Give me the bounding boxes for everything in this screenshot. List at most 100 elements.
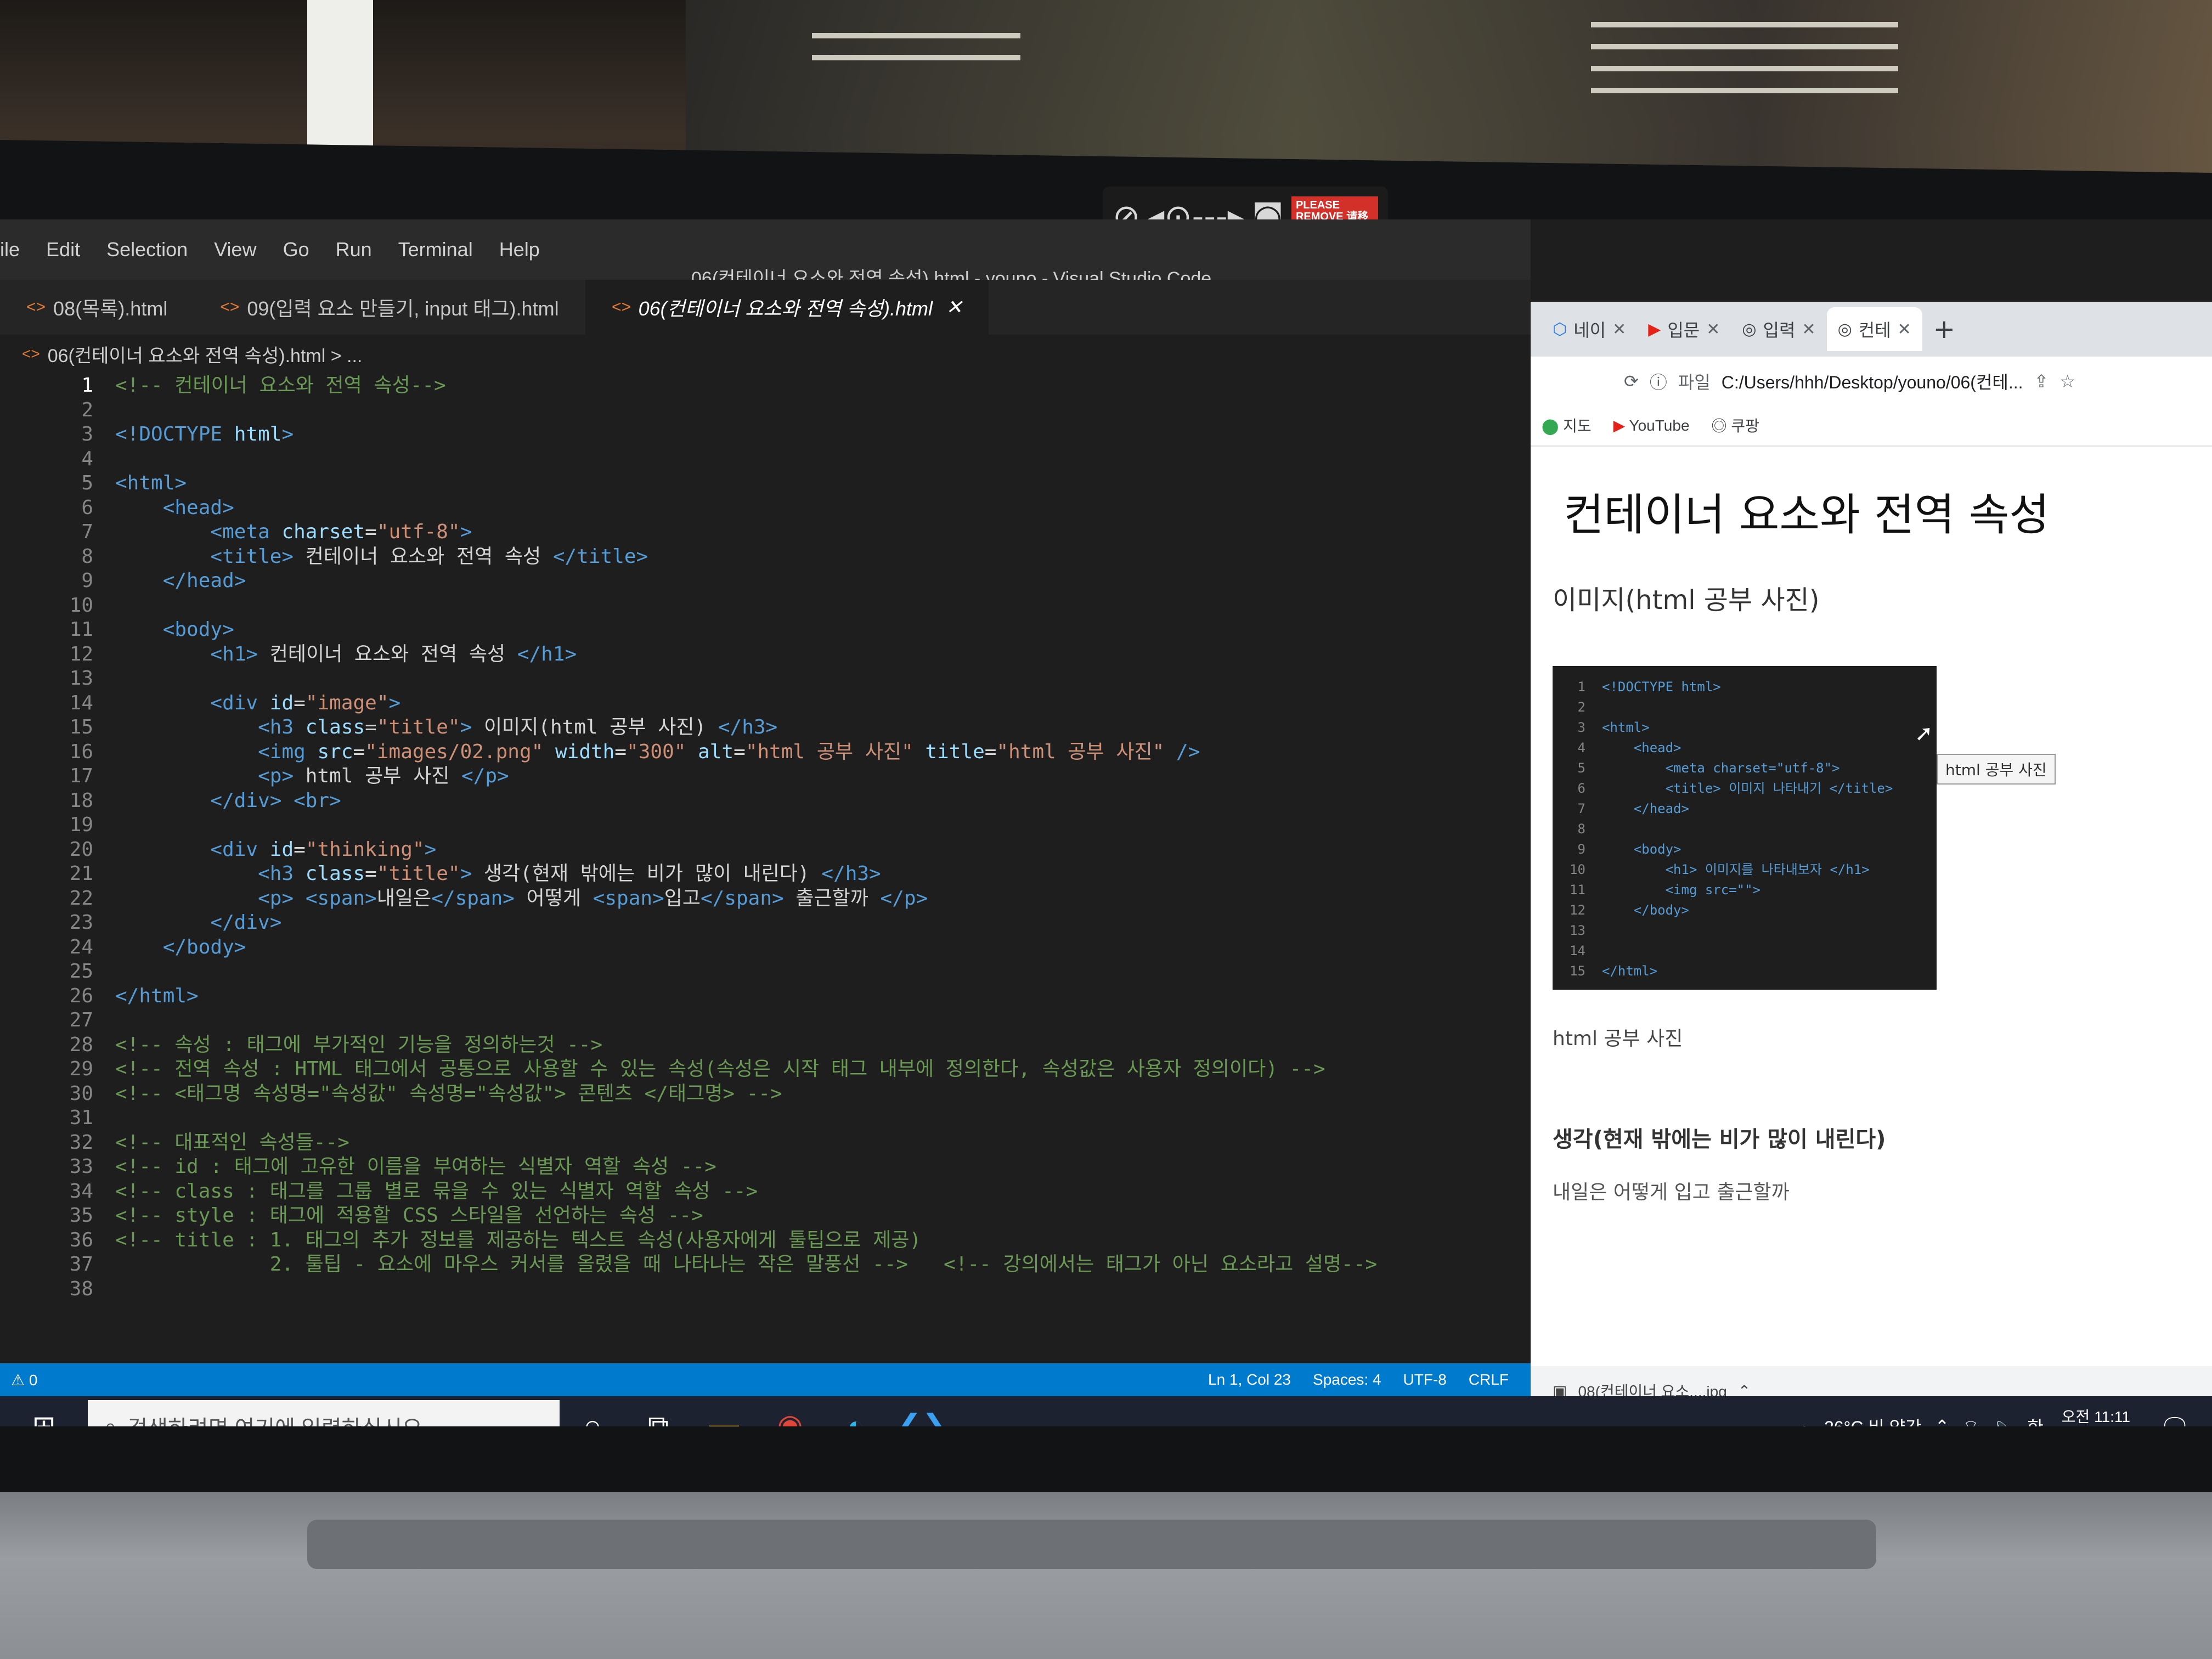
cursor-position[interactable]: Ln 1, Col 23	[1208, 1371, 1291, 1389]
code-line[interactable]: 18 </div> <br>	[0, 788, 1531, 814]
code-line[interactable]: 20 <div id="thinking">	[0, 837, 1531, 862]
code-line[interactable]: 22 <p> <span>내일은</span> 어떻게 <span>입고</sp…	[0, 886, 1531, 911]
close-icon[interactable]: ✕	[1802, 320, 1815, 339]
menu-help[interactable]: Help	[499, 238, 540, 261]
code-line[interactable]: 11 <body>	[0, 617, 1531, 642]
code-line[interactable]: 26 </html>	[0, 984, 1531, 1009]
code-line[interactable]: 17 <p> html 공부 사진 </p>	[0, 764, 1531, 789]
code-line[interactable]: 10	[0, 593, 1531, 618]
code-line[interactable]: 35 <!-- style : 태그에 적용할 CSS 스타일을 선언하는 속성 …	[0, 1203, 1531, 1228]
code-line[interactable]: 27	[0, 1008, 1531, 1033]
background-blind	[1591, 66, 1898, 71]
code-line[interactable]: 9 </head>	[0, 568, 1531, 594]
bookmark-maps[interactable]: ⬤ 지도	[1542, 414, 1592, 436]
browser-window: ⬡ 네이 ✕ ▶ 입문 ✕ ◎ 입력 ✕ ◎ 컨테 ✕ + ⟳ ⓘ 파일 C:/…	[1531, 302, 2212, 1426]
task-view-icon[interactable]: ⧉	[625, 1396, 691, 1427]
address-url[interactable]: C:/Users/hhh/Desktop/youno/06(컨테...	[1722, 369, 2023, 394]
html-file-icon: <>	[26, 298, 46, 316]
code-line[interactable]: 13	[0, 666, 1531, 691]
editor-tabs: <> 08(목록).html <> 09(입력 요소 만들기, input 태그…	[0, 280, 1531, 335]
reload-icon[interactable]: ⟳	[1624, 371, 1639, 392]
info-icon[interactable]: ⓘ	[1650, 369, 1667, 394]
network-icon[interactable]: ⌔	[1962, 1415, 1979, 1426]
line-ending[interactable]: CRLF	[1469, 1371, 1509, 1389]
volume-icon[interactable]: 🔈	[1992, 1416, 2014, 1426]
code-line[interactable]: 31	[0, 1105, 1531, 1131]
code-line[interactable]: 19	[0, 812, 1531, 838]
problems-count[interactable]: ⚠ 0	[11, 1371, 37, 1389]
code-line[interactable]: 33 <!-- id : 태그에 고유한 이름을 부여하는 식별자 역할 속성 -…	[0, 1154, 1531, 1180]
close-icon[interactable]: ✕	[946, 296, 962, 319]
taskbar-search-input[interactable]: ⌕ 검색하려면 여기에 입력하십시오	[88, 1400, 560, 1426]
bookmark-youtube[interactable]: ▶ YouTube	[1613, 416, 1690, 435]
code-line[interactable]: 36 <!-- title : 1. 태그의 추가 정보를 제공하는 텍스트 속성…	[0, 1228, 1531, 1253]
weather-icon[interactable]: ☁	[1793, 1416, 1811, 1426]
encoding[interactable]: UTF-8	[1403, 1371, 1447, 1389]
menu-go[interactable]: Go	[283, 238, 309, 261]
cortana-icon[interactable]: ○	[560, 1396, 625, 1426]
code-editor[interactable]: 1 <!-- 컨테이너 요소와 전역 속성--> 2 3 <!DOCTYPE html>…	[0, 373, 1531, 1339]
code-line[interactable]: 32 <!-- 대표적인 속성들-->	[0, 1130, 1531, 1155]
address-bar[interactable]: ⟳ ⓘ 파일 C:/Users/hhh/Desktop/youno/06(컨테.…	[1531, 357, 2212, 406]
indentation[interactable]: Spaces: 4	[1313, 1371, 1381, 1389]
menu-run[interactable]: Run	[336, 238, 372, 261]
tab-09-input[interactable]: <> 09(입력 요소 만들기, input 태그).html	[194, 280, 585, 335]
code-line[interactable]: 21 <h3 class="title"> 생각(현재 밖에는 비가 많이 내린…	[0, 861, 1531, 887]
code-line[interactable]: 14 <div id="image">	[0, 691, 1531, 716]
close-icon[interactable]: ✕	[1706, 320, 1720, 339]
code-line[interactable]: 23 </div>	[0, 910, 1531, 935]
menu-selection[interactable]: Selection	[106, 238, 188, 261]
code-line[interactable]: 24 </body>	[0, 935, 1531, 960]
menu-edit[interactable]: Edit	[46, 238, 80, 261]
code-line[interactable]: 3 <!DOCTYPE html>	[0, 422, 1531, 447]
weather-text[interactable]: 26°C 비 약간	[1824, 1414, 1922, 1426]
code-line[interactable]: 28 <!-- 속성 : 태그에 부가적인 기능을 정의하는것 -->	[0, 1032, 1531, 1058]
html-study-image[interactable]: 1 <!DOCTYPE html> 2 3 <html> 4 <head> 5 <meta …	[1553, 666, 1937, 990]
code-line[interactable]: 25	[0, 959, 1531, 984]
browser-tab-youtube[interactable]: ▶ 입문 ✕	[1637, 307, 1731, 351]
browser-tab-input[interactable]: ◎ 입력 ✕	[1731, 307, 1826, 351]
code-line[interactable]: 5 <html>	[0, 471, 1531, 496]
code-line[interactable]: 1 <!-- 컨테이너 요소와 전역 속성-->	[0, 373, 1531, 398]
code-line[interactable]: 29 <!-- 전역 속성 : HTML 태그에서 공통으로 사용할 수 있는 속…	[0, 1057, 1531, 1082]
close-icon[interactable]: ✕	[1612, 320, 1626, 339]
code-line[interactable]: 16 <img src="images/02.png" width="300" …	[0, 740, 1531, 765]
share-icon[interactable]: ⇪	[2034, 371, 2049, 392]
code-line[interactable]: 2	[0, 398, 1531, 423]
chevron-up-icon[interactable]: ⌃	[1935, 1416, 1950, 1426]
menu-file[interactable]: ile	[0, 238, 20, 261]
tab-06-container[interactable]: <> 06(컨테이너 요소와 전역 속성).html ✕	[585, 280, 989, 335]
vscode-icon[interactable]: ❮❯	[889, 1396, 955, 1427]
code-line[interactable]: 15 <h3 class="title"> 이미지(html 공부 사진) </…	[0, 715, 1531, 740]
file-explorer-icon[interactable]: ▬	[691, 1396, 757, 1426]
code-line[interactable]: 37 2. 툴팁 - 요소에 마우스 커서를 올렸을 때 나타나는 작은 말풍선…	[0, 1252, 1531, 1277]
close-icon[interactable]: ✕	[1898, 320, 1911, 339]
code-line[interactable]: 30 <!-- <태그명 속성명="속성값" 속성명="속성값"> 콘텐츠 </태…	[0, 1081, 1531, 1107]
edge-icon[interactable]: ◐	[823, 1396, 889, 1426]
chrome-icon[interactable]: ◉	[757, 1396, 823, 1427]
background-blind	[1591, 44, 1898, 49]
code-line[interactable]: 12 <h1> 컨테이너 요소와 전역 속성 </h1>	[0, 642, 1531, 667]
code-line[interactable]: 8 <title> 컨테이너 요소와 전역 속성 </title>	[0, 544, 1531, 569]
code-line[interactable]: 34 <!-- class : 태그를 그룹 별로 묶을 수 있는 식별자 역할 …	[0, 1179, 1531, 1204]
browser-tab-container[interactable]: ◎ 컨테 ✕	[1826, 307, 1922, 351]
code-line[interactable]: 4	[0, 447, 1531, 472]
code-line[interactable]: 38	[0, 1277, 1531, 1302]
vscode-window: ile Edit Selection View Go Run Terminal …	[0, 219, 1531, 1426]
windows-start-icon[interactable]: ⊞	[0, 1396, 88, 1426]
line-code: <!-- 전역 속성 : HTML 태그에서 공통으로 사용할 수 있는 속성(…	[115, 1058, 1325, 1080]
menu-view[interactable]: View	[214, 238, 256, 261]
taskbar-clock[interactable]: 오전 11:11 2022-06-25	[2057, 1408, 2135, 1426]
bookmark-coupang[interactable]: ◎ 쿠팡	[1712, 414, 1759, 436]
language-icon[interactable]: 한	[2027, 1414, 2043, 1426]
browser-tab-label: 컨테	[1858, 320, 1891, 340]
browser-tab-naver[interactable]: ⬡ 네이 ✕	[1542, 307, 1637, 351]
bookmark-star-icon[interactable]: ☆	[2059, 371, 2075, 392]
breadcrumb[interactable]: <> 06(컨테이너 요소와 전역 속성).html > ...	[22, 335, 362, 373]
menu-terminal[interactable]: Terminal	[398, 238, 473, 261]
tab-08-list[interactable]: <> 08(목록).html	[0, 280, 194, 335]
code-line[interactable]: 6 <head>	[0, 495, 1531, 521]
new-tab-button[interactable]: +	[1922, 314, 1966, 345]
code-line[interactable]: 7 <meta charset="utf-8">	[0, 520, 1531, 545]
notification-icon[interactable]: 🗨	[2159, 1413, 2190, 1426]
